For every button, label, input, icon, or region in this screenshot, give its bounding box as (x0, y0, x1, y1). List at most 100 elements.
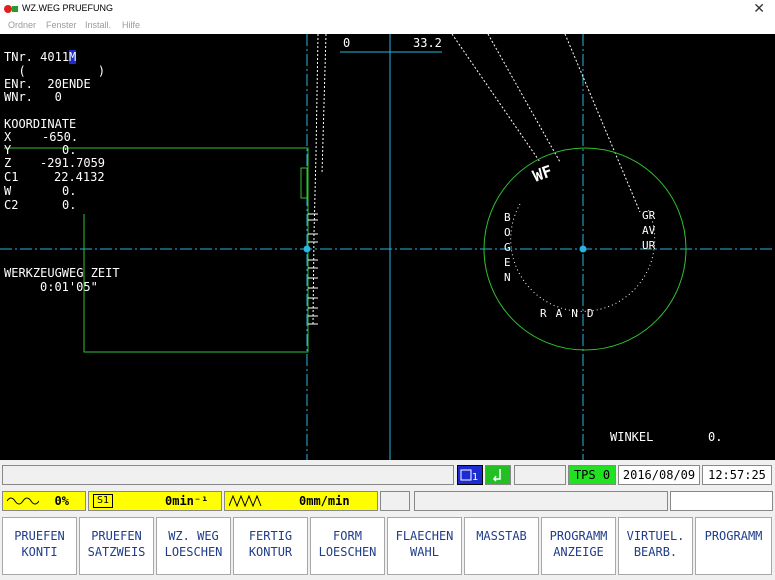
status-time: 12:57:25 (702, 465, 772, 485)
koord-value: 22.4132 (54, 170, 105, 184)
koord-row-y: Y 0. (4, 144, 76, 156)
status-message-area (2, 465, 454, 485)
window-title: WZ.WEG PRUEFUNG (22, 3, 113, 13)
tnr-label: TNr. (4, 50, 33, 64)
koord-axis: C2 (4, 198, 19, 212)
winkel-label: WINKEL (610, 430, 654, 444)
softkey-form-loeschen[interactable]: FORM LOESCHEN (310, 517, 385, 575)
feed-box: 0mm/min (224, 491, 378, 511)
status-empty-box (514, 465, 566, 485)
koordinate-title: KOORDINATE (4, 117, 77, 131)
enr-row: ENr. 20ENDE (4, 78, 91, 90)
wnr-value: 0 (54, 90, 62, 104)
softkey-line2: KONTUR (248, 545, 293, 559)
approach-path-3 (564, 34, 641, 213)
override-box: 0% (2, 491, 86, 511)
speed-empty-1 (380, 491, 410, 511)
menu-hilfe[interactable]: Hilfe (122, 20, 140, 30)
tool-path-vertical-2 (321, 34, 327, 175)
menu-ordner[interactable]: Ordner (8, 20, 36, 30)
engraving-logo: WF (530, 161, 555, 186)
speed-empty-3 (670, 491, 773, 511)
speed-bar: 0% S1 0min⁻¹ 0mm/min (0, 489, 775, 513)
wnr-row: WNr. 0 (4, 91, 62, 103)
softkey-pruefen-satzweis[interactable]: PRUEFEN SATZWEIS (79, 517, 154, 575)
koord-value: -291.7059 (40, 156, 106, 170)
engraving-bottom-text: RAND (540, 307, 603, 320)
approach-path-2 (487, 34, 561, 163)
softkey-bar: PRUEFEN KONTI PRUEFEN SATZWEIS WZ. WEG LOES… (0, 515, 775, 580)
menu-install[interactable]: Install. (85, 20, 111, 30)
tnr-suffix: M (69, 50, 77, 64)
app-logo-icon (4, 5, 18, 13)
koord-axis: X (4, 130, 12, 144)
softkey-line2: BEARB. (633, 545, 678, 559)
softkey-line2: WAHL (410, 545, 439, 559)
scale-left-label: 0 (343, 36, 351, 50)
koord-row-w: W 0. (4, 185, 76, 197)
tnr-row: TNr. 4011M (4, 50, 77, 64)
koord-axis: Y (4, 143, 12, 157)
toolpath-view[interactable]: WF BOGEN GRAVUR RAND 0 33.2 TNr. 4011M (… (0, 34, 775, 460)
spindle-icon: S1 (93, 494, 114, 508)
koord-axis: C1 (4, 170, 19, 184)
softkey-programm-anzeige[interactable]: PROGRAMM ANZEIGE (541, 517, 616, 575)
softkey-line2: LOESCHEN (318, 545, 377, 559)
koord-row-c2: C2 0. (4, 199, 76, 211)
menu-fenster[interactable]: Fenster (46, 20, 77, 30)
close-button[interactable]: ✕ (753, 0, 765, 18)
tool-path-vertical (312, 34, 319, 325)
svg-text:1: 1 (472, 472, 478, 483)
softkey-line1: FORM (333, 529, 362, 543)
koord-row-c1: C1 22.4132 (4, 171, 105, 183)
softkey-line1: FERTIG (248, 529, 293, 543)
engraving-right-text: GRAVUR (642, 209, 656, 252)
softkey-line1: PROGRAMM (704, 529, 763, 543)
softkey-line1: MASSTAB (476, 529, 527, 543)
softkey-line2: SATZWEIS (87, 545, 146, 559)
title-bar: WZ.WEG PRUEFUNG ✕ (0, 0, 775, 19)
softkey-masstab[interactable]: MASSTAB (464, 517, 539, 575)
koord-row-z: Z -291.7059 (4, 157, 105, 169)
channel-1-icon[interactable]: 1 (457, 465, 483, 485)
softkey-line1: PROGRAMM (549, 529, 608, 543)
koord-value: 0. (62, 198, 77, 212)
feed-zigzag-icon (229, 495, 262, 507)
softkey-fertig-kontur[interactable]: FERTIG KONTUR (233, 517, 308, 575)
spindle-box: S1 0min⁻¹ (88, 491, 222, 511)
menu-bar: Ordner Fenster Install. Hilfe (0, 18, 775, 34)
enr-value: 20ENDE (47, 77, 91, 91)
softkey-flaechen-wahl[interactable]: FLAECHEN WAHL (387, 517, 462, 575)
koord-row-x: X -650. (4, 131, 126, 143)
softkey-wz-weg-loeschen[interactable]: WZ. WEG LOESCHEN (156, 517, 231, 575)
status-date: 2016/08/09 (618, 465, 700, 485)
softkey-line1: FLAECHEN (395, 529, 454, 543)
softkey-programm[interactable]: PROGRAMM (695, 517, 772, 575)
engraving-left-text: BOGEN (504, 211, 512, 284)
approach-path-1 (451, 34, 541, 163)
override-wave-icon (7, 497, 39, 505)
softkey-line2: ANZEIGE (553, 545, 604, 559)
toolpath-time-label: WERKZEUGWEG ZEIT (4, 266, 120, 280)
feed-value: 0mm/min (299, 494, 350, 508)
tnr-value: 4011 (40, 50, 70, 64)
softkey-pruefen-konti[interactable]: PRUEFEN KONTI (2, 517, 77, 575)
speed-empty-2 (414, 491, 668, 511)
enr-label: ENr. (4, 77, 33, 91)
softkey-line1: VIRTUEL. (626, 529, 685, 543)
koord-value: -650. (42, 130, 79, 144)
status-bar: 1 TPS 0 2016/08/09 12:57:25 (0, 462, 775, 488)
softkey-line1: PRUEFEN (91, 529, 142, 543)
workpiece-step (300, 167, 308, 199)
softkey-line1: WZ. WEG (168, 529, 219, 543)
tps-indicator: TPS 0 (568, 465, 616, 485)
softkey-virtuel-bearb[interactable]: VIRTUEL. BEARB. (618, 517, 693, 575)
koord-axis: Z (4, 156, 12, 170)
spindle-value: 0min⁻¹ (165, 494, 209, 508)
scale-right-label: 33.2 (413, 36, 442, 50)
koord-axis: W (4, 184, 12, 198)
toolpath-time-value: 0:01'05" (40, 280, 98, 294)
paren-row: ( ) (4, 64, 106, 78)
confirm-icon[interactable] (485, 465, 511, 485)
softkey-line2: KONTI (21, 545, 58, 559)
